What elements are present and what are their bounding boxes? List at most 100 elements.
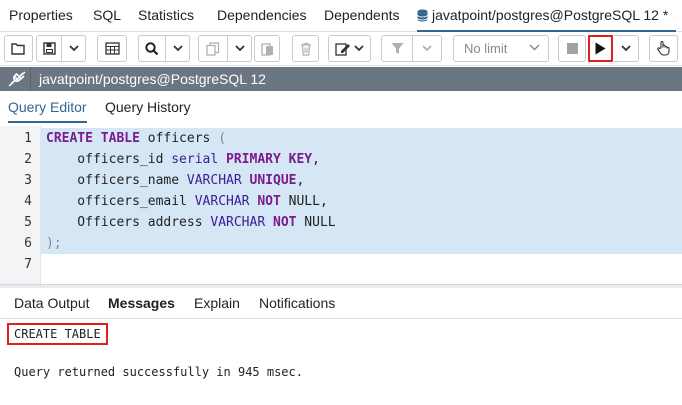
sql-text: , — [296, 173, 305, 188]
copy-menu-button[interactable] — [228, 35, 252, 62]
connection-status-icon[interactable] — [8, 71, 26, 87]
tab-dependencies[interactable]: Dependencies — [217, 0, 307, 32]
sql-text: officers_id — [46, 152, 172, 167]
code-line: officers_name VARCHAR UNIQUE, — [46, 170, 304, 191]
tab-sql[interactable]: SQL — [93, 0, 121, 32]
sql-text: ( — [218, 131, 227, 146]
sql-text: NULL, — [280, 194, 328, 209]
stop-icon — [566, 43, 578, 54]
open-file-button[interactable] — [4, 35, 33, 62]
sql-type: VARCHAR — [194, 194, 250, 209]
filter-menu-button[interactable] — [413, 35, 442, 62]
tab-statistics[interactable]: Statistics — [138, 0, 194, 32]
save-button[interactable] — [36, 35, 62, 62]
delete-button[interactable] — [292, 35, 319, 62]
edit-grid-button[interactable] — [97, 35, 127, 62]
sql-type: VARCHAR — [210, 215, 266, 230]
sql-text: , — [312, 152, 320, 167]
tab-dependents[interactable]: Dependents — [324, 0, 400, 32]
grid-icon — [104, 42, 120, 55]
sql-keyword: NOT — [257, 194, 281, 209]
save-icon — [42, 42, 56, 55]
tab-properties[interactable]: Properties — [9, 0, 73, 32]
sql-keyword: UNIQUE — [249, 173, 297, 188]
code-line: officers_id serial PRIMARY KEY, — [46, 149, 320, 170]
panel-tab-bar: Properties SQL Statistics Dependencies D… — [0, 0, 682, 32]
query-tab-bar: Query Editor Query History — [0, 91, 682, 123]
chevron-down-icon — [172, 45, 183, 52]
line-number: 4 — [24, 194, 32, 209]
hand-icon — [657, 41, 670, 56]
output-tab-bar: Data Output Messages Explain Notificatio… — [0, 288, 682, 319]
sql-keyword: CREATE TABLE — [46, 131, 140, 146]
sql-text: officers_email — [46, 194, 195, 209]
tab-query-tool-label: javatpoint/postgres@PostgreSQL 12 * — [432, 7, 669, 23]
sql-text: ); — [46, 236, 62, 251]
tab-query-tool[interactable]: javatpoint/postgres@PostgreSQL 12 * — [417, 0, 677, 32]
find-menu-button[interactable] — [166, 35, 190, 62]
sql-keyword: NOT — [273, 215, 297, 230]
copy-icon — [206, 41, 220, 56]
line-number-gutter: 1 2 3 4 5 6 7 — [0, 126, 41, 284]
tab-explain[interactable]: Explain — [194, 288, 240, 318]
code-line: ); — [46, 233, 62, 254]
edit-icon — [335, 42, 350, 56]
filter-icon — [391, 43, 403, 54]
sql-text: NULL — [296, 215, 336, 230]
commit-button[interactable] — [649, 35, 678, 62]
divider — [30, 67, 31, 91]
sql-editor[interactable]: 1 2 3 4 5 6 7 CREATE TABLE officers ( of… — [0, 126, 682, 284]
connection-bar: javatpoint/postgres@PostgreSQL 12 — [0, 67, 682, 91]
sql-type: VARCHAR — [186, 173, 242, 188]
tab-notifications[interactable]: Notifications — [259, 288, 335, 318]
paste-button[interactable] — [254, 35, 280, 62]
edit-menu-button[interactable] — [328, 35, 371, 62]
line-number: 2 — [24, 152, 32, 167]
line-number: 3 — [24, 173, 32, 188]
chevron-down-icon — [354, 45, 364, 52]
result-message: CREATE TABLE — [7, 323, 108, 345]
line-number: 5 — [24, 215, 32, 230]
row-limit-select[interactable]: No limit — [453, 35, 549, 62]
tab-query-history[interactable]: Query History — [105, 91, 191, 123]
chevron-down-icon — [529, 44, 540, 51]
tab-query-editor[interactable]: Query Editor — [8, 91, 87, 123]
paste-icon — [260, 42, 273, 56]
execute-icon — [595, 42, 606, 55]
find-button[interactable] — [138, 35, 166, 62]
sql-type: serial — [171, 152, 219, 167]
status-message: Query returned successfully in 945 msec. — [14, 365, 303, 379]
database-icon — [417, 9, 428, 22]
row-limit-value: No limit — [464, 41, 508, 56]
chevron-down-icon — [422, 45, 432, 52]
execute-menu-button[interactable] — [614, 35, 639, 62]
execute-button[interactable] — [588, 35, 613, 62]
sql-text: Officers address — [46, 215, 211, 230]
cancel-query-button[interactable] — [558, 35, 586, 62]
chevron-down-icon — [68, 45, 79, 52]
search-icon — [145, 41, 159, 55]
copy-button[interactable] — [198, 35, 228, 62]
save-menu-button[interactable] — [62, 35, 86, 62]
tab-messages[interactable]: Messages — [108, 288, 175, 318]
filter-button[interactable] — [381, 35, 413, 62]
query-toolbar: No limit — [0, 32, 682, 66]
line-number: 6 — [24, 236, 32, 251]
line-number: 7 — [24, 257, 32, 272]
sql-text: officers_name — [46, 173, 187, 188]
code-line: officers_email VARCHAR NOT NULL, — [46, 191, 328, 212]
delete-icon — [300, 42, 311, 56]
connection-label[interactable]: javatpoint/postgres@PostgreSQL 12 — [39, 67, 266, 91]
tab-data-output[interactable]: Data Output — [14, 288, 90, 318]
code-line: Officers address VARCHAR NOT NULL — [46, 212, 336, 233]
code-line: CREATE TABLE officers ( — [46, 128, 226, 149]
sql-keyword: PRIMARY KEY — [226, 152, 313, 167]
chevron-down-icon — [234, 45, 245, 52]
chevron-down-icon — [621, 45, 631, 52]
line-number: 1 — [24, 131, 32, 146]
open-folder-icon — [11, 43, 25, 55]
sql-text: officers — [139, 131, 219, 146]
